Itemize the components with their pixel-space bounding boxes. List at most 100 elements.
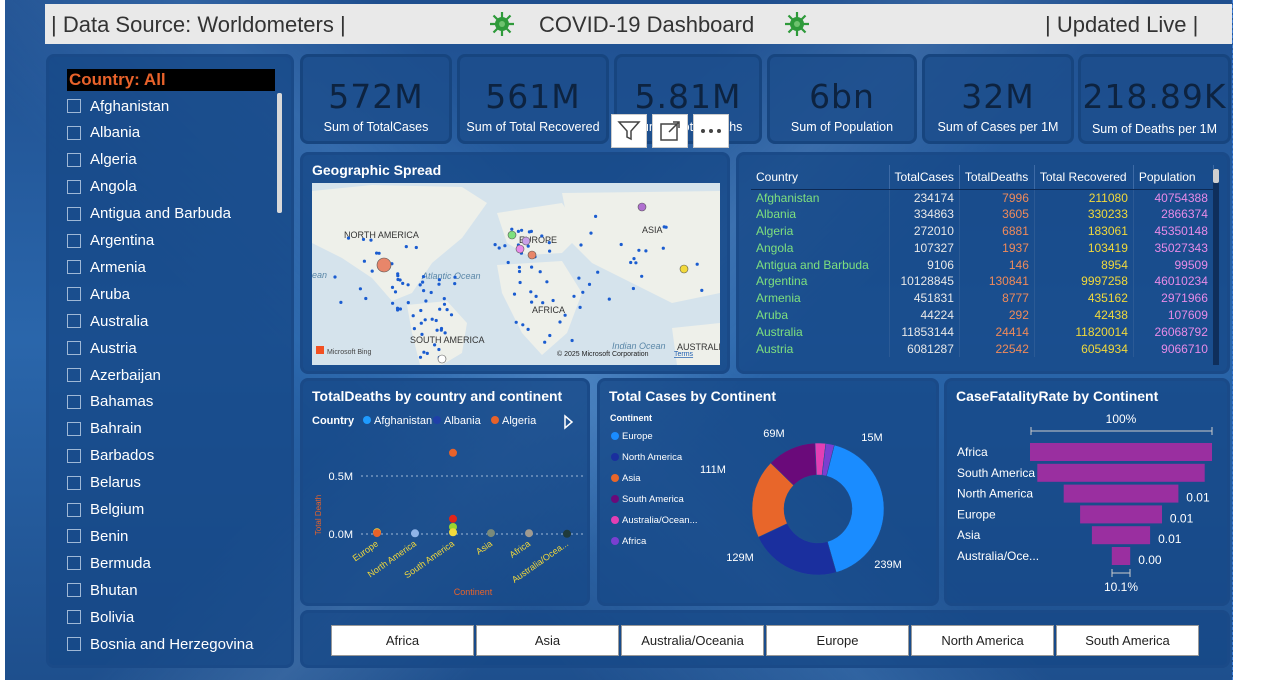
location-dot[interactable] bbox=[563, 313, 567, 317]
slicer-item[interactable]: Angola bbox=[67, 176, 137, 198]
slicer-item[interactable]: Argentina bbox=[67, 230, 154, 252]
location-bubble[interactable] bbox=[637, 202, 647, 212]
table-row[interactable]: Angola 107327 1937 103419 35027343 bbox=[751, 239, 1214, 257]
legend-item[interactable]: Africa bbox=[622, 536, 647, 547]
checkbox[interactable] bbox=[67, 260, 81, 275]
location-bubble[interactable] bbox=[437, 354, 447, 364]
donut-slice[interactable] bbox=[826, 444, 885, 573]
data-point[interactable] bbox=[411, 529, 419, 538]
location-dot[interactable] bbox=[418, 283, 422, 287]
location-dot[interactable] bbox=[517, 269, 522, 274]
location-dot[interactable] bbox=[547, 241, 551, 245]
slicer-item[interactable]: Belgium bbox=[67, 499, 144, 521]
location-dot[interactable] bbox=[521, 323, 525, 327]
checkbox[interactable] bbox=[67, 556, 81, 571]
location-dot[interactable] bbox=[503, 244, 507, 248]
slicer-item[interactable]: Australia bbox=[67, 310, 148, 332]
checkbox[interactable] bbox=[67, 502, 81, 517]
location-dot[interactable] bbox=[534, 294, 538, 298]
location-dot[interactable] bbox=[437, 278, 441, 282]
location-dot[interactable] bbox=[364, 296, 368, 301]
checkbox[interactable] bbox=[67, 233, 81, 248]
location-dot[interactable] bbox=[632, 257, 636, 261]
kpi-population[interactable]: 6bn Sum of Population bbox=[767, 54, 917, 144]
location-dot[interactable] bbox=[406, 283, 410, 287]
checkbox[interactable] bbox=[67, 314, 81, 329]
slicer-item[interactable]: Benin bbox=[67, 525, 128, 547]
checkbox[interactable] bbox=[67, 421, 81, 436]
location-dot[interactable] bbox=[453, 275, 457, 279]
location-bubble[interactable] bbox=[376, 257, 392, 273]
legend-item[interactable]: Asia bbox=[622, 473, 641, 484]
continent-button[interactable]: Asia bbox=[476, 625, 619, 656]
location-dot[interactable] bbox=[526, 327, 530, 331]
location-dot[interactable] bbox=[346, 236, 351, 240]
location-dot[interactable] bbox=[445, 308, 449, 312]
location-dot[interactable] bbox=[661, 246, 665, 250]
location-dot[interactable] bbox=[369, 238, 373, 242]
location-dot[interactable] bbox=[631, 286, 635, 291]
slicer-item[interactable]: Bahamas bbox=[67, 391, 153, 413]
checkbox[interactable] bbox=[67, 287, 81, 302]
location-dot[interactable] bbox=[420, 332, 424, 336]
location-dot[interactable] bbox=[401, 281, 405, 285]
location-dot[interactable] bbox=[538, 270, 542, 274]
location-dot[interactable] bbox=[442, 302, 447, 306]
kpi-deaths-per-1m[interactable]: 218.89K Sum of Deaths per 1M bbox=[1078, 54, 1231, 144]
table-row[interactable]: Armenia 451831 8777 435162 2971966 bbox=[751, 289, 1214, 307]
continent-button[interactable]: Europe bbox=[766, 625, 909, 656]
world-map[interactable]: NORTH AMERICA EUROPE ASIA Atlantic Ocean… bbox=[312, 183, 720, 365]
location-dot[interactable] bbox=[421, 275, 426, 279]
location-dot[interactable] bbox=[393, 290, 398, 294]
data-point[interactable] bbox=[563, 529, 571, 538]
slicer-item[interactable]: Aruba bbox=[67, 283, 130, 305]
location-dot[interactable] bbox=[443, 331, 447, 335]
location-dot[interactable] bbox=[362, 259, 366, 263]
location-dot[interactable] bbox=[579, 243, 583, 247]
location-dot[interactable] bbox=[589, 231, 593, 235]
location-dot[interactable] bbox=[637, 248, 641, 252]
location-bubble[interactable] bbox=[515, 244, 525, 254]
continent-button[interactable]: Australia/Oceania bbox=[621, 625, 764, 656]
location-dot[interactable] bbox=[578, 305, 582, 309]
slicer-item[interactable]: Bahrain bbox=[67, 418, 142, 440]
location-dot[interactable] bbox=[541, 301, 545, 305]
funnel-bar[interactable] bbox=[1037, 463, 1205, 482]
location-dot[interactable] bbox=[510, 227, 514, 231]
kpi-cases-per-1m[interactable]: 32M Sum of Cases per 1M bbox=[922, 54, 1074, 144]
location-dot[interactable] bbox=[644, 249, 648, 253]
location-dot[interactable] bbox=[529, 290, 533, 294]
slicer-item[interactable]: Albania bbox=[67, 122, 140, 144]
location-dot[interactable] bbox=[517, 265, 521, 269]
data-point[interactable] bbox=[449, 514, 457, 523]
funnel-bar[interactable] bbox=[1063, 484, 1179, 503]
slicer-item[interactable]: Barbados bbox=[67, 445, 154, 467]
location-dot[interactable] bbox=[587, 282, 592, 286]
slicer-item[interactable]: Armenia bbox=[67, 256, 146, 278]
location-dot[interactable] bbox=[518, 280, 522, 285]
location-bubble[interactable] bbox=[527, 250, 537, 260]
location-dot[interactable] bbox=[412, 327, 416, 331]
legend-item[interactable]: Australia/Ocean... bbox=[622, 515, 698, 526]
location-dot[interactable] bbox=[514, 320, 518, 324]
column-header[interactable]: Country bbox=[751, 165, 890, 190]
location-dot[interactable] bbox=[520, 228, 524, 232]
column-header[interactable]: Total Recovered bbox=[1034, 165, 1134, 190]
checkbox[interactable] bbox=[67, 152, 81, 167]
data-point[interactable] bbox=[449, 448, 457, 457]
checkbox[interactable] bbox=[67, 610, 81, 625]
location-dot[interactable] bbox=[548, 249, 552, 253]
slicer-item[interactable]: Bhutan bbox=[67, 579, 138, 601]
location-dot[interactable] bbox=[333, 275, 337, 279]
map-terms-link[interactable]: Terms bbox=[674, 351, 694, 358]
slicer-item[interactable]: Afghanistan bbox=[67, 95, 169, 117]
location-dot[interactable] bbox=[449, 313, 454, 317]
location-dot[interactable] bbox=[339, 300, 343, 304]
slicer-item[interactable]: Bermuda bbox=[67, 552, 151, 574]
location-dot[interactable] bbox=[545, 280, 549, 284]
data-point[interactable] bbox=[487, 529, 495, 538]
location-dot[interactable] bbox=[530, 300, 534, 304]
location-dot[interactable] bbox=[396, 274, 400, 278]
location-bubble[interactable] bbox=[679, 264, 689, 274]
checkbox[interactable] bbox=[67, 206, 81, 221]
